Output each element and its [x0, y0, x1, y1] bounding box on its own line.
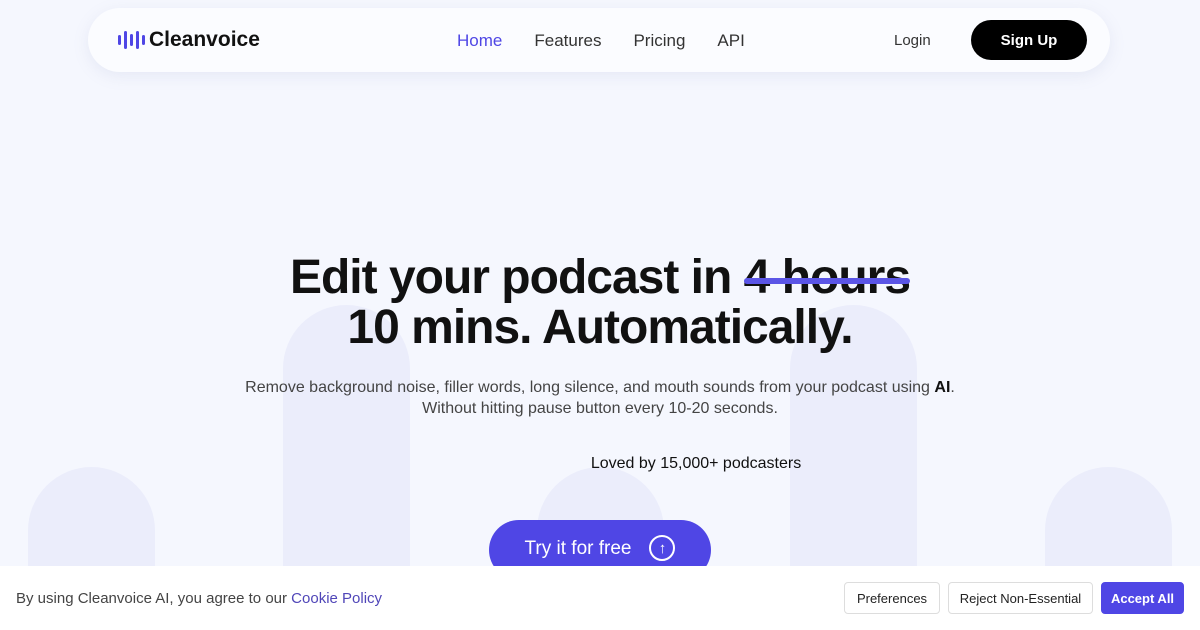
nav-pricing[interactable]: Pricing: [633, 31, 685, 51]
signup-button[interactable]: Sign Up: [971, 20, 1087, 60]
accept-all-button[interactable]: Accept All: [1101, 582, 1184, 614]
nav-features[interactable]: Features: [534, 31, 601, 51]
cookie-policy-link[interactable]: Cookie Policy: [291, 590, 382, 607]
reject-button[interactable]: Reject Non-Essential: [948, 582, 1093, 614]
navbar: Cleanvoice Home Features Pricing API Log…: [88, 8, 1110, 72]
login-link[interactable]: Login: [894, 32, 931, 49]
nav-home[interactable]: Home: [457, 31, 502, 51]
preferences-button[interactable]: Preferences: [844, 582, 940, 614]
social-proof: Loved by 15,000+ podcasters: [590, 455, 802, 472]
nav-api[interactable]: API: [717, 31, 744, 51]
cookie-banner: By using Cleanvoice AI, you agree to our…: [0, 566, 1200, 630]
arrow-up-circle-icon: ↑: [649, 535, 676, 561]
struck-text: 4 hours: [743, 251, 911, 304]
hero-subtitle: Remove background noise, filler words, l…: [245, 379, 955, 417]
hero-title: Edit your podcast in 4 hours 10 mins. Aut…: [289, 251, 911, 354]
waveform-icon: [118, 31, 145, 49]
logo[interactable]: Cleanvoice: [118, 28, 260, 52]
